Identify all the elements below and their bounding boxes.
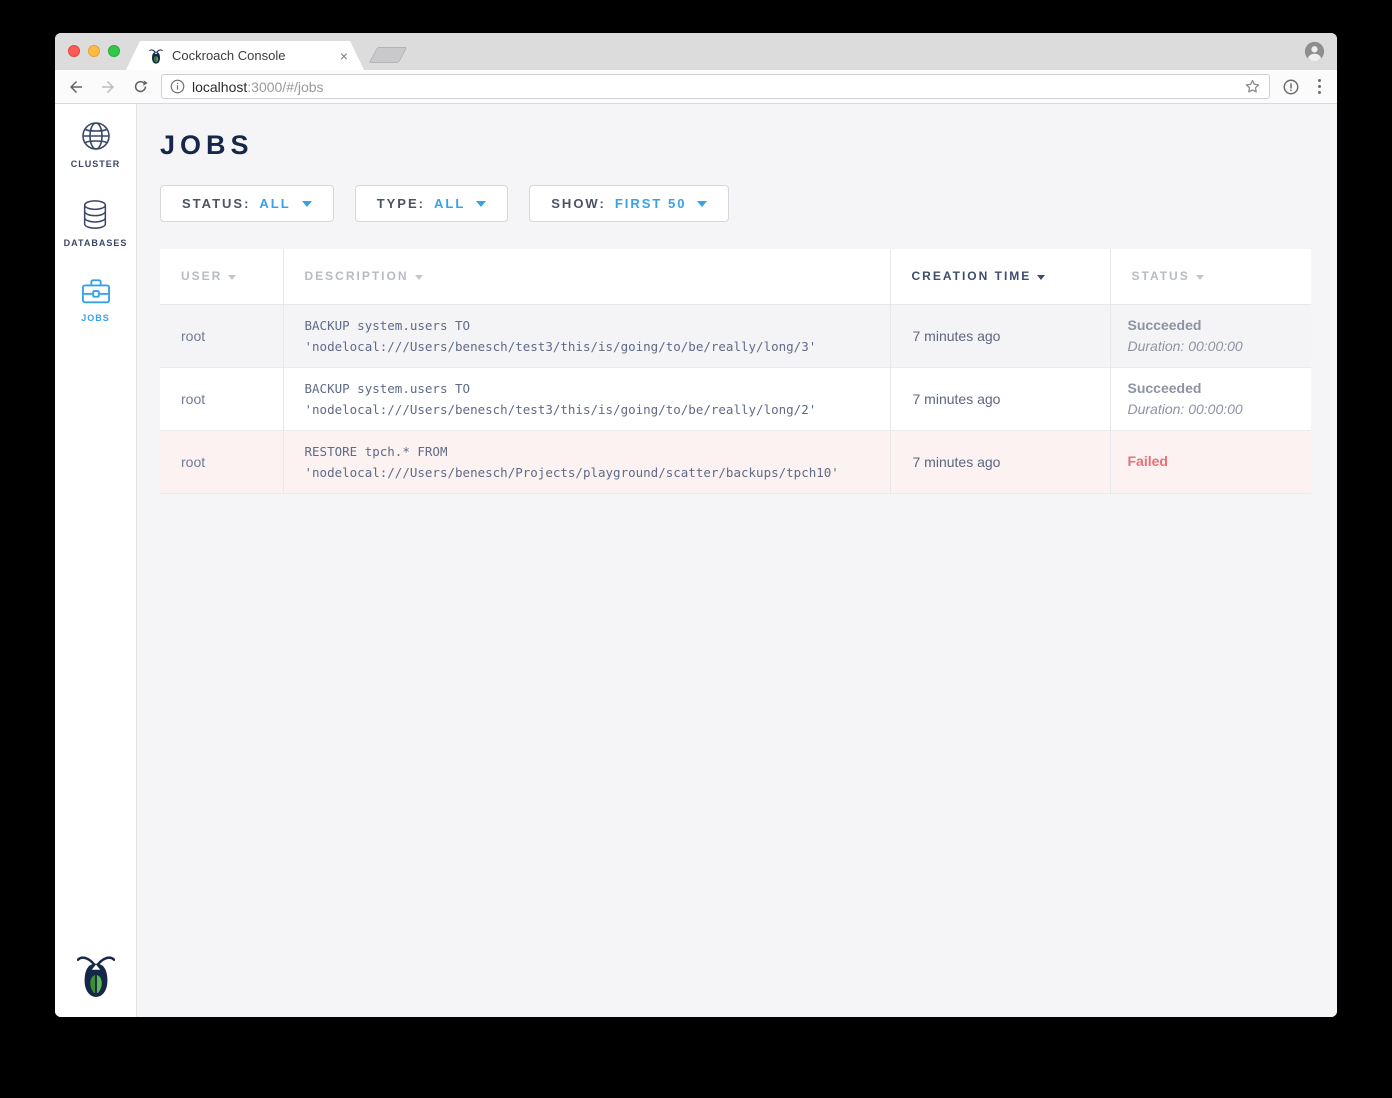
close-window-button[interactable] — [68, 45, 80, 57]
table-row[interactable]: root BACKUP system.users TO 'nodelocal:/… — [160, 304, 1311, 367]
sort-arrow-icon — [415, 275, 423, 280]
tab-title: Cockroach Console — [172, 48, 340, 63]
minimize-window-button[interactable] — [88, 45, 100, 57]
status-filter-value: ALL — [259, 196, 290, 211]
main-content: JOBS STATUS: ALL TYPE: ALL SHOW: FIRST 5… — [137, 104, 1337, 1017]
filter-bar: STATUS: ALL TYPE: ALL SHOW: FIRST 50 — [160, 185, 1311, 222]
page-title: JOBS — [160, 130, 1311, 161]
browser-toolbar: localhost:3000/#/jobs — [55, 70, 1337, 104]
job-status: Failed — [1110, 430, 1311, 493]
bookmark-star-icon[interactable] — [1244, 78, 1261, 95]
browser-tab-bar: Cockroach Console × — [55, 33, 1337, 70]
sort-arrow-icon — [1196, 275, 1204, 280]
browser-tab[interactable]: Cockroach Console × — [126, 41, 364, 70]
sidebar-label-jobs: JOBS — [81, 313, 110, 323]
table-row[interactable]: root BACKUP system.users TO 'nodelocal:/… — [160, 367, 1311, 430]
job-user: root — [160, 304, 283, 367]
sidebar-item-cluster[interactable]: CLUSTER — [71, 120, 121, 169]
sort-arrow-icon — [228, 275, 236, 280]
type-filter-value: ALL — [434, 196, 465, 211]
job-creation-time: 7 minutes ago — [890, 367, 1110, 430]
column-header-status[interactable]: STATUS — [1110, 249, 1311, 304]
job-status: Succeeded Duration: 00:00:00 — [1110, 367, 1311, 430]
database-icon — [80, 199, 110, 231]
table-row[interactable]: root RESTORE tpch.* FROM 'nodelocal:///U… — [160, 430, 1311, 493]
briefcase-icon — [80, 278, 112, 306]
column-header-creation-time[interactable]: CREATION TIME — [890, 249, 1110, 304]
profile-avatar-icon[interactable] — [1304, 41, 1325, 62]
extension-info-icon[interactable] — [1280, 76, 1302, 98]
url-path: :3000/#/jobs — [247, 79, 323, 95]
sidebar-label-cluster: CLUSTER — [71, 159, 121, 169]
job-creation-time: 7 minutes ago — [890, 304, 1110, 367]
job-description: BACKUP system.users TO 'nodelocal:///Use… — [283, 367, 890, 430]
reload-icon[interactable] — [129, 76, 151, 98]
url-text[interactable]: localhost:3000/#/jobs — [192, 79, 1237, 95]
job-user: root — [160, 367, 283, 430]
sort-arrow-icon — [1037, 275, 1045, 280]
url-host: localhost — [192, 79, 247, 95]
status-filter-dropdown[interactable]: STATUS: ALL — [160, 185, 334, 222]
sidebar-item-databases[interactable]: DATABASES — [64, 199, 128, 248]
show-filter-label: SHOW: — [551, 196, 606, 211]
job-user: root — [160, 430, 283, 493]
cockroach-logo-icon — [55, 951, 136, 999]
show-filter-dropdown[interactable]: SHOW: FIRST 50 — [529, 185, 729, 222]
url-bar[interactable]: localhost:3000/#/jobs — [161, 74, 1270, 99]
status-filter-label: STATUS: — [182, 196, 250, 211]
zoom-window-button[interactable] — [108, 45, 120, 57]
job-status: Succeeded Duration: 00:00:00 — [1110, 304, 1311, 367]
sidebar: CLUSTER DATABASES — [55, 104, 137, 1017]
job-description: RESTORE tpch.* FROM 'nodelocal:///Users/… — [283, 430, 890, 493]
job-creation-time: 7 minutes ago — [890, 430, 1110, 493]
globe-icon — [80, 120, 112, 152]
type-filter-label: TYPE: — [377, 196, 425, 211]
chevron-down-icon — [302, 201, 312, 207]
column-header-description[interactable]: DESCRIPTION — [283, 249, 890, 304]
forward-icon[interactable] — [97, 76, 119, 98]
new-tab-button[interactable] — [369, 47, 408, 63]
job-description: BACKUP system.users TO 'nodelocal:///Use… — [283, 304, 890, 367]
sidebar-label-databases: DATABASES — [64, 238, 128, 248]
site-info-icon[interactable] — [170, 79, 185, 94]
table-header-row: USER DESCRIPTION CREATION TIME STATUS — [160, 249, 1311, 304]
jobs-table: USER DESCRIPTION CREATION TIME STATUS ro… — [160, 249, 1311, 494]
back-icon[interactable] — [65, 76, 87, 98]
browser-menu-icon[interactable] — [1312, 79, 1327, 94]
sidebar-item-jobs[interactable]: JOBS — [80, 278, 112, 323]
column-header-user[interactable]: USER — [160, 249, 283, 304]
chevron-down-icon — [697, 201, 707, 207]
chevron-down-icon — [476, 201, 486, 207]
traffic-lights — [68, 45, 120, 57]
show-filter-value: FIRST 50 — [615, 196, 687, 211]
favicon-cockroach-icon — [148, 48, 164, 64]
type-filter-dropdown[interactable]: TYPE: ALL — [355, 185, 509, 222]
browser-window: Cockroach Console × localhost:3000/#/j — [55, 33, 1337, 1017]
tab-close-icon[interactable]: × — [340, 48, 348, 64]
